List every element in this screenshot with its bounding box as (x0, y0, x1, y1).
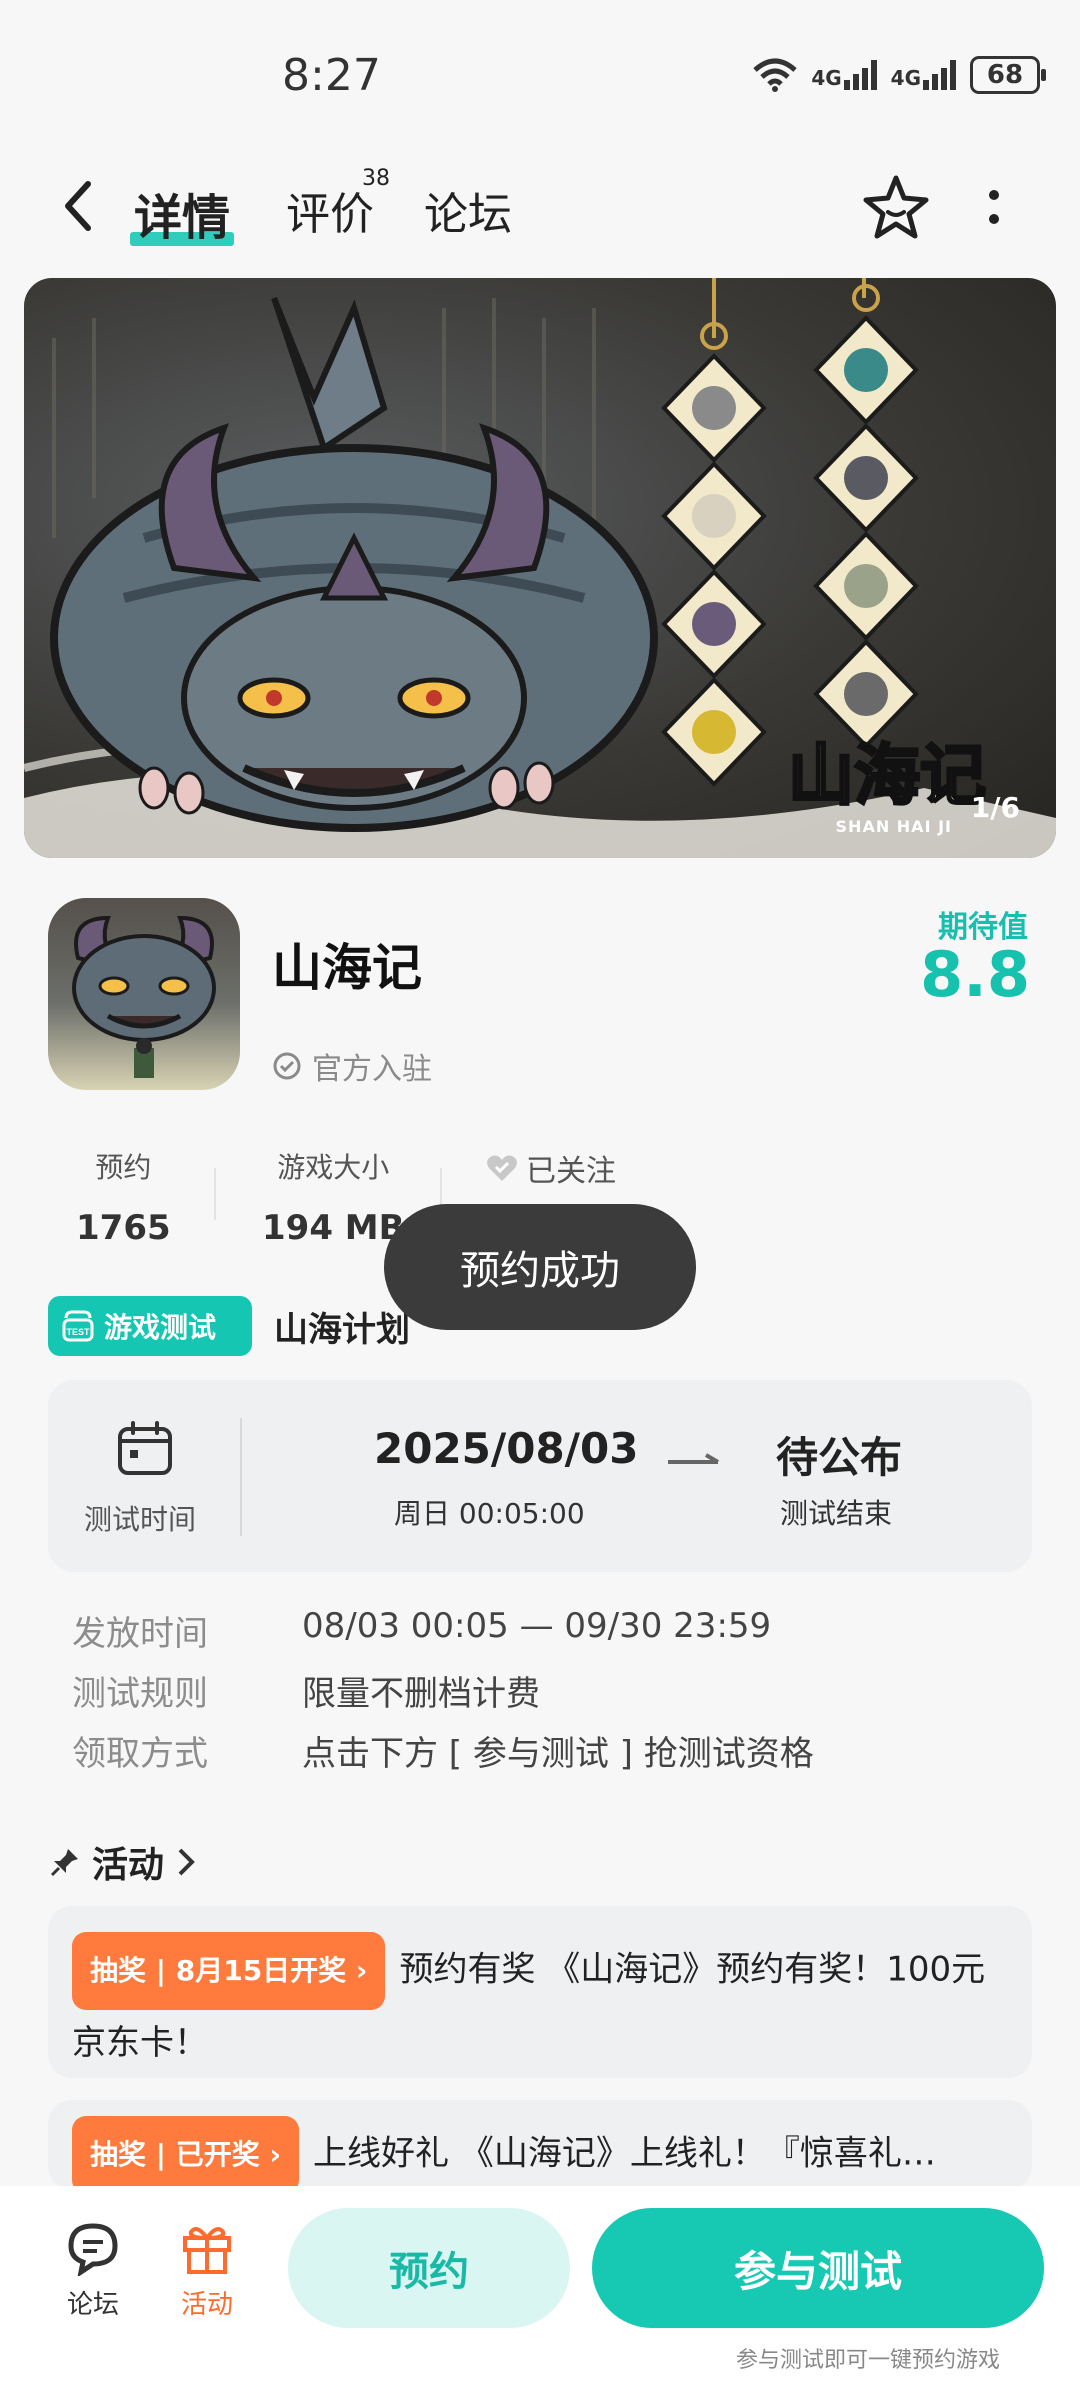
arrow-right-icon (668, 1453, 720, 1464)
test-start-time: 周日 00:05:00 (394, 1497, 585, 1530)
status-icons: 4G 4G 68 (753, 56, 1046, 94)
pin-icon (50, 1849, 78, 1877)
detail-row: 发放时间 08/03 00:05 — 09/30 23:59 (72, 1606, 772, 1654)
game-icon (48, 898, 240, 1090)
status-bar: 8:27 4G 4G 68 (0, 0, 1080, 150)
tab-review[interactable]: 评价 38 (286, 166, 390, 242)
banner-page-counter: 1/6 (970, 791, 1020, 824)
forum-button[interactable]: 论坛 (48, 2220, 138, 2321)
check-circle-icon (273, 1052, 301, 1080)
activity-item[interactable]: 抽奖 | 8月15日开奖 › 预约有奖 《山海记》预约有奖！100元京东卡！ (48, 1906, 1032, 2078)
join-test-button[interactable]: 参与测试 (592, 2208, 1044, 2328)
bottom-action-bar: 论坛 活动 预约 参与测试 参与测试即可一键预约游戏 (0, 2186, 1080, 2400)
game-title: 山海记 (272, 939, 422, 997)
more-menu-icon[interactable] (988, 186, 1000, 230)
size-stat: 游戏大小 194 MB (262, 1151, 405, 1248)
expectation-value: 8.8 (920, 938, 1030, 1011)
join-hint: 参与测试即可一键预约游戏 (735, 2348, 1000, 2373)
review-count-badge: 38 (362, 166, 390, 191)
game-banner[interactable]: 山海记 SHAN HAI JI 1/6 (24, 278, 1056, 858)
test-time-label: 测试时间 (84, 1503, 197, 1536)
wifi-icon (753, 58, 797, 92)
signal-1-icon: 4G (811, 60, 877, 90)
back-arrow-icon[interactable] (58, 176, 98, 236)
test-start-date: 2025/08/03 (374, 1424, 639, 1473)
top-nav: 详情 评价 38 论坛 (0, 160, 1080, 260)
forum-chat-icon (68, 2223, 118, 2276)
test-end-status: 待公布 (776, 1433, 903, 1482)
test-plan-name: 山海计划 (274, 1310, 410, 1350)
gift-icon (183, 2227, 231, 2274)
chevron-right-icon (178, 1848, 195, 1876)
test-time-card: 测试时间 2025/08/03 周日 00:05:00 待公布 测试结束 (48, 1380, 1032, 1572)
detail-row: 测试规则 限量不删档计费 (72, 1674, 540, 1714)
tab-detail[interactable]: 详情 (130, 178, 235, 248)
stat-divider (214, 1168, 216, 1220)
official-label: 官方入驻 (272, 1044, 432, 1088)
reserve-stat: 预约 1765 (76, 1151, 171, 1248)
activity-button[interactable]: 活动 (162, 2220, 252, 2321)
clock: 8:27 (282, 50, 381, 101)
activity-header[interactable]: 活动 (50, 1836, 196, 1888)
activity-item[interactable]: 抽奖 | 已开奖 › 上线好礼 《山海记》上线礼！『惊喜礼… (48, 2100, 1032, 2194)
signal-2-icon: 4G (891, 60, 956, 90)
svg-text:TEST: TEST (66, 1327, 90, 1337)
reserve-button[interactable]: 预约 (288, 2208, 570, 2328)
activity-tag: 抽奖 | 8月15日开奖 › (72, 1932, 386, 2010)
activity-text: 上线好礼 《山海记》上线礼！『惊喜礼… (313, 2133, 936, 2174)
heart-check-icon (487, 1155, 517, 1181)
follow-button[interactable]: 已关注 (486, 1146, 616, 1190)
tab-forum[interactable]: 论坛 (424, 178, 512, 242)
card-divider (240, 1418, 242, 1536)
test-end-label: 测试结束 (780, 1497, 893, 1530)
star-favorite-icon[interactable] (860, 172, 932, 244)
test-icon: TEST (62, 1310, 94, 1342)
battery-icon: 68 (970, 56, 1046, 94)
calendar-icon (118, 1421, 172, 1475)
banner-logo: 山海记 (787, 736, 988, 816)
game-test-badge: TEST 游戏测试 (48, 1296, 252, 1356)
banner-logo-sub: SHAN HAI JI (835, 817, 952, 836)
detail-row: 领取方式 点击下方 [ 参与测试 ] 抢测试资格 (72, 1734, 814, 1774)
activity-tag: 抽奖 | 已开奖 › (72, 2116, 300, 2194)
toast-message: 预约成功 (384, 1204, 696, 1330)
